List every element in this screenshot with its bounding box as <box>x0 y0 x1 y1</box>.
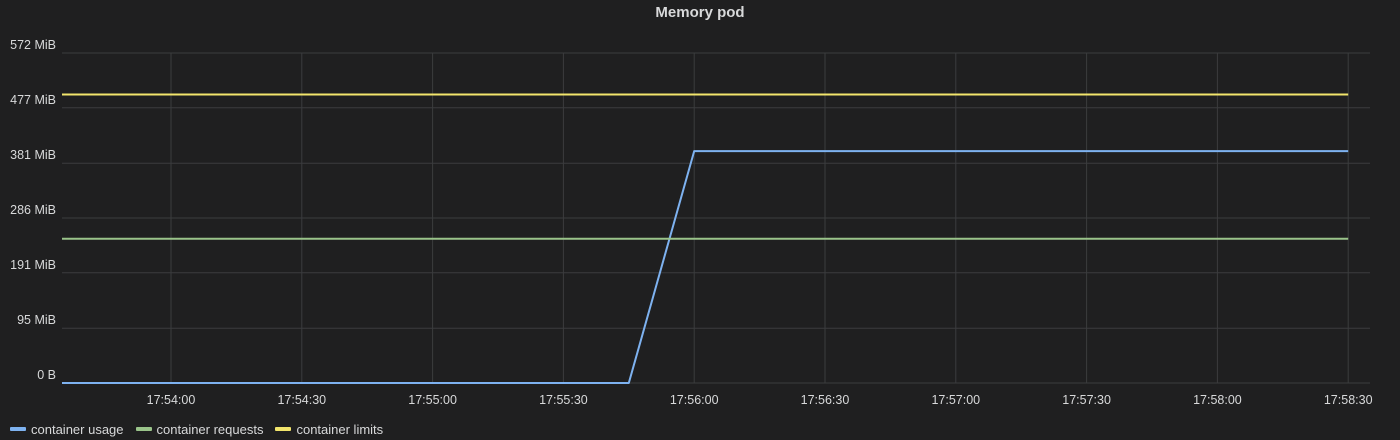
x-tick-label: 17:56:00 <box>670 393 719 407</box>
legend-item-container-usage[interactable]: container usage <box>10 422 124 437</box>
legend-label: container requests <box>156 421 264 437</box>
legend-item-container-limits[interactable]: container limits <box>275 422 383 437</box>
x-tick-label: 17:55:00 <box>408 393 457 407</box>
legend-label: container limits <box>296 421 384 437</box>
x-tick-label: 17:54:30 <box>277 393 326 407</box>
panel-title: Memory pod <box>655 4 745 21</box>
series-line-container-usage <box>62 150 1349 384</box>
x-tick-label: 17:57:30 <box>1062 393 1111 407</box>
y-tick-label: 572 MiB <box>10 38 56 52</box>
x-tick-label: 17:57:00 <box>931 393 980 407</box>
legend-item-container-requests[interactable]: container requests <box>135 421 264 437</box>
y-tick-label: 477 MiB <box>10 93 56 107</box>
legend-swatch <box>275 427 292 431</box>
y-tick-label: 0 B <box>37 368 56 382</box>
x-tick-label: 17:56:30 <box>801 393 850 407</box>
y-tick-label: 191 MiB <box>10 258 56 272</box>
legend-swatch <box>135 427 152 431</box>
y-tick-label: 381 MiB <box>10 148 56 162</box>
x-tick-label: 17:54:00 <box>147 393 196 407</box>
y-tick-label: 286 MiB <box>10 203 56 217</box>
legend-swatch <box>10 427 26 431</box>
x-tick-label: 17:55:30 <box>539 393 588 407</box>
memory-chart: 0 B 95 MiB 191 MiB 286 MiB 381 MiB 477 MiB 572… <box>10 38 1373 407</box>
chart-legend: container usage container requests contain… <box>10 420 383 438</box>
x-tick-label: 17:58:00 <box>1193 393 1242 407</box>
memory-pod-panel: 0 B 95 MiB 191 MiB 286 MiB 381 MiB 477 MiB 572… <box>0 0 1400 440</box>
x-tick-label: 17:58:30 <box>1324 393 1373 407</box>
y-tick-label: 95 MiB <box>17 313 56 327</box>
legend-label: container usage <box>31 421 124 437</box>
